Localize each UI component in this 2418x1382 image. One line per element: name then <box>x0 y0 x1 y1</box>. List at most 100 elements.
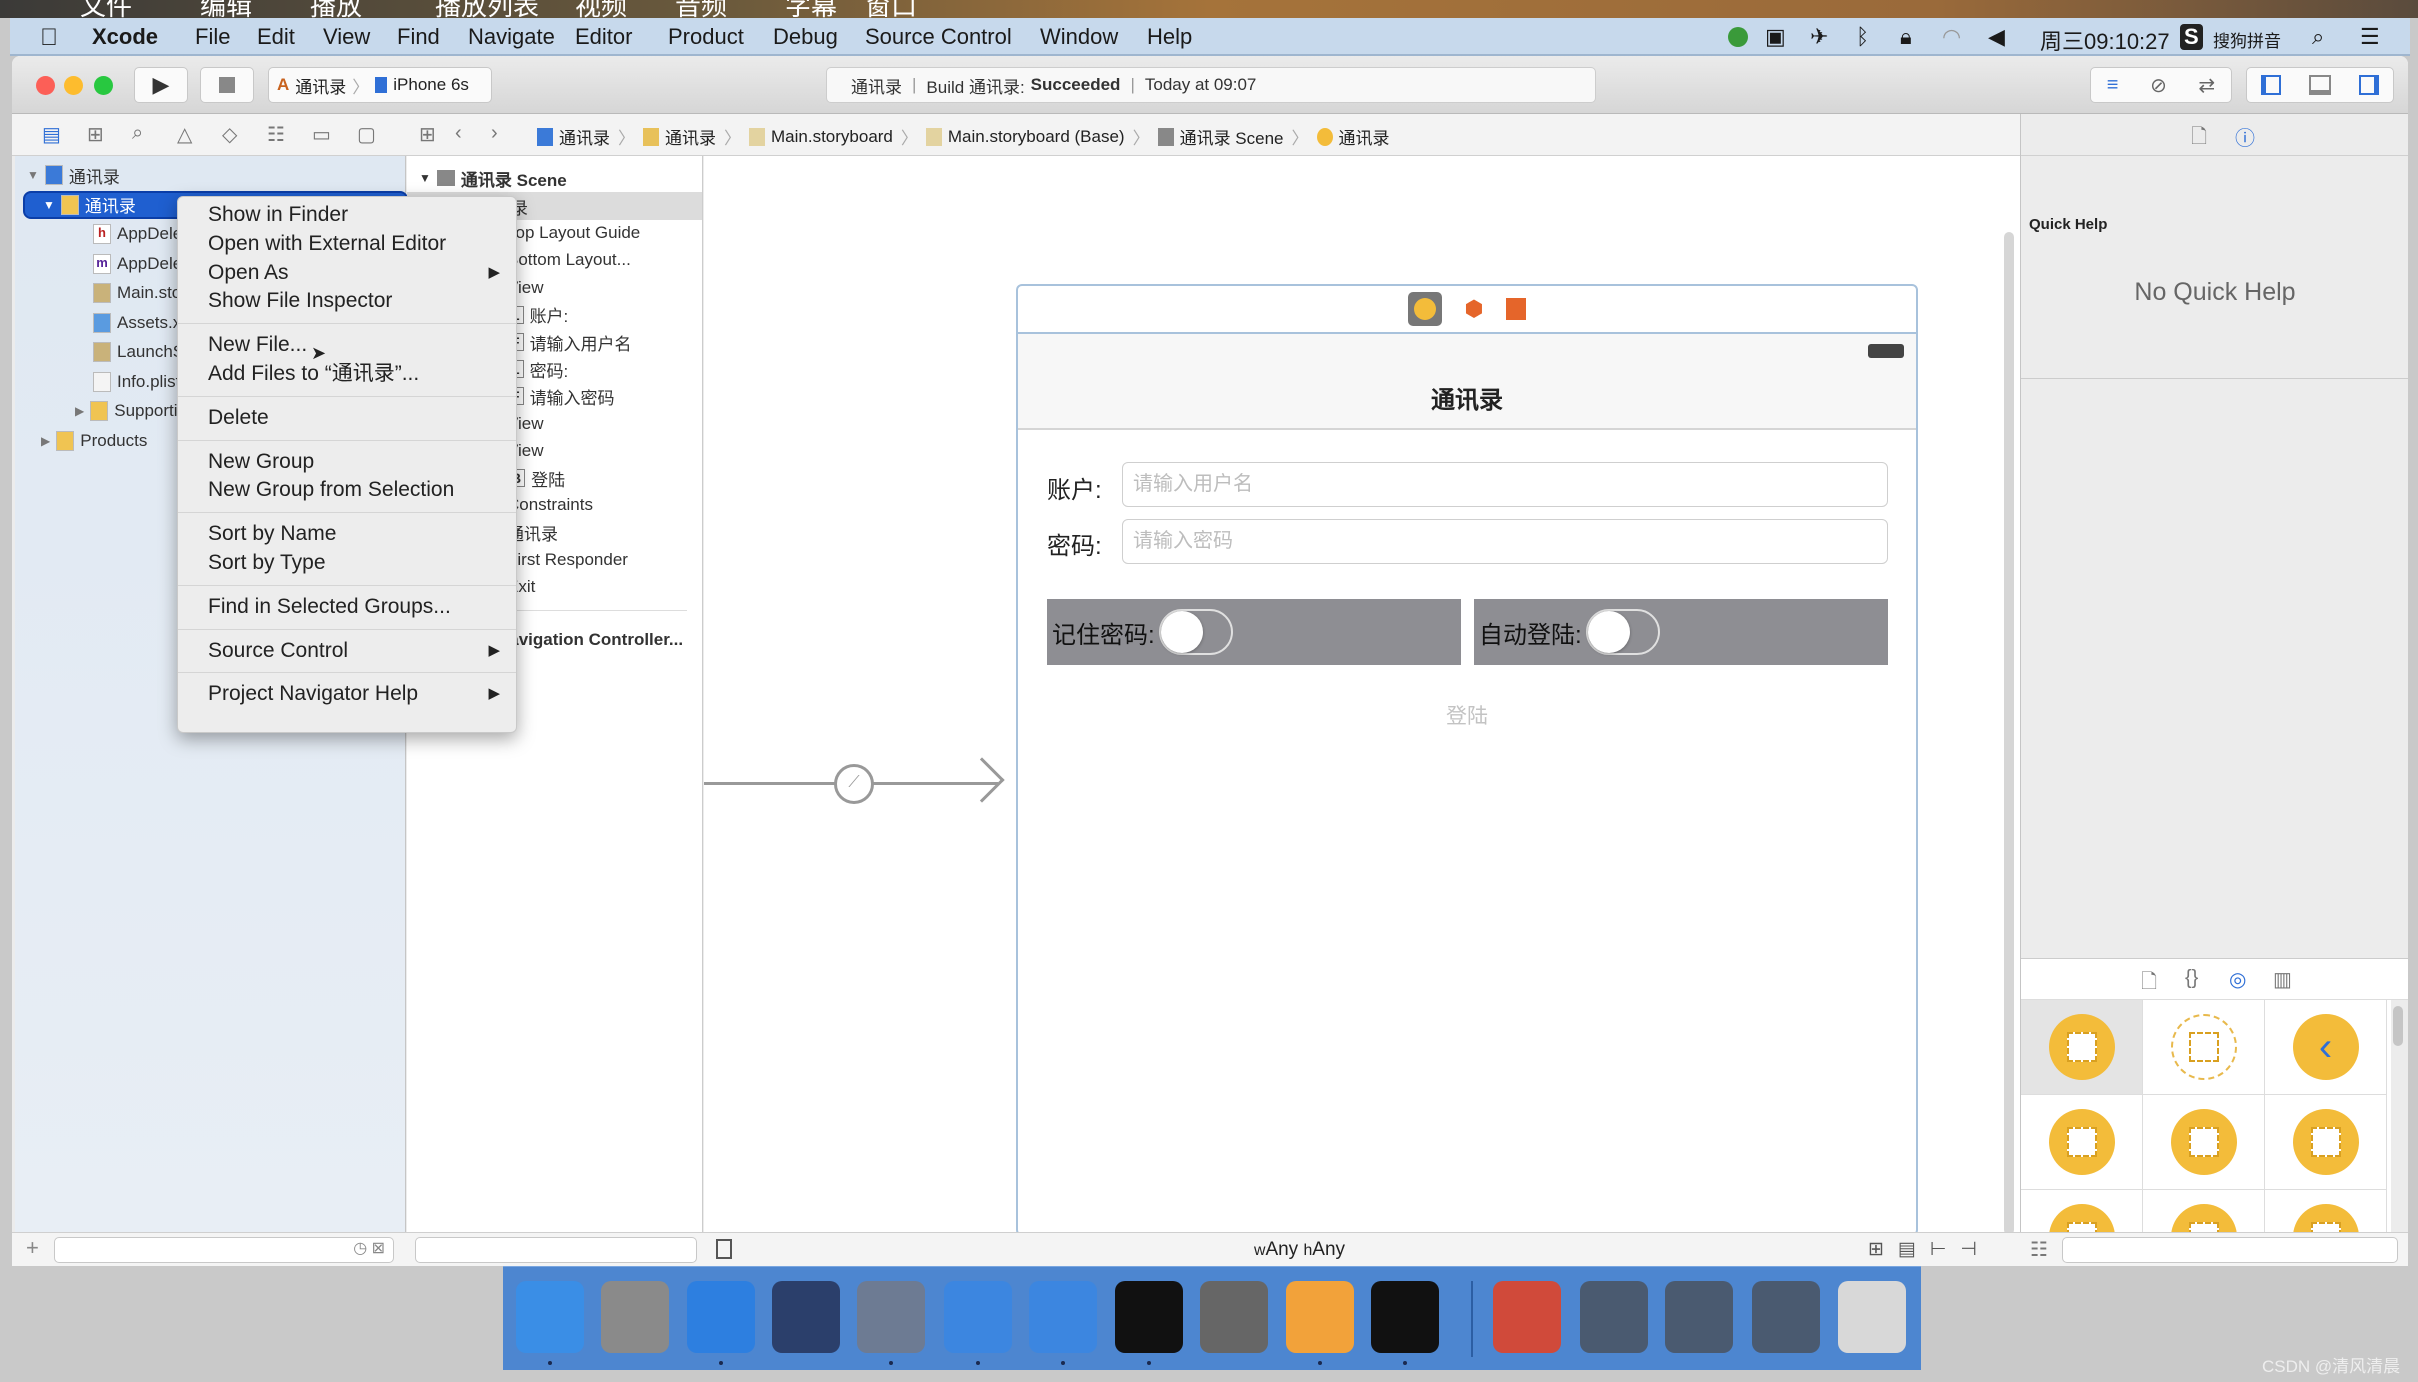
context-menu-item[interactable]: New Group <box>178 448 516 477</box>
quick-help-icon[interactable]: ⓘ <box>2235 122 2255 151</box>
vertical-scrollbar[interactable] <box>2004 232 2014 1235</box>
disclosure-open-icon[interactable]: ▼ <box>27 168 39 182</box>
breadcrumb-item[interactable]: Main.storyboard <box>749 127 893 147</box>
os-menu-item[interactable]: 窗口 <box>865 0 917 18</box>
apple-icon[interactable]:  <box>40 24 58 52</box>
notification-center-icon[interactable]: ☰ <box>2360 24 2380 50</box>
login-button[interactable]: 登陆 <box>1018 700 1916 730</box>
context-menu-item[interactable]: Show in Finder <box>178 201 516 230</box>
breadcrumb-item[interactable]: Main.storyboard (Base) <box>925 127 1125 147</box>
menu-editor[interactable]: Editor <box>575 24 632 50</box>
dock-screen-1-icon[interactable] <box>1580 1281 1648 1353</box>
project-navigator-icon[interactable]: ▤ <box>42 122 61 147</box>
view-controller-scene[interactable]: ⬢ 通讯录 账户: 请输入用户名 密码: 请输入密码 记住密码: 自动登陆: 登… <box>1016 284 1918 1236</box>
os-menu-item[interactable]: 文件 <box>80 0 132 18</box>
dock-screen-2-icon[interactable] <box>1665 1281 1733 1353</box>
collection-view-controller-icon[interactable] <box>2143 1095 2265 1190</box>
back-icon[interactable]: ‹ <box>455 122 462 145</box>
context-menu-item[interactable]: Source Control ▶ <box>178 637 516 666</box>
status-green-icon[interactable] <box>1728 27 1748 47</box>
assistant-editor-icon[interactable]: ⊘ <box>2150 73 2167 98</box>
close-button[interactable] <box>36 76 55 95</box>
scene-header[interactable]: ▼ 通讯录 Scene <box>419 164 567 192</box>
sogou-icon[interactable]: S <box>2180 24 2203 50</box>
library-filter-input[interactable] <box>2062 1237 2398 1263</box>
dock-simulator-icon[interactable] <box>1029 1281 1097 1353</box>
context-menu-item[interactable]: Open with External Editor <box>178 230 516 259</box>
dock-launchpad-icon[interactable] <box>601 1281 669 1353</box>
navigator-filter-input[interactable]: ◷ ⊠ <box>54 1237 394 1263</box>
os-menu-item[interactable]: 播放 <box>310 0 362 18</box>
version-editor-icon[interactable]: ⇄ <box>2198 73 2215 98</box>
dock-xcode-icon[interactable] <box>944 1281 1012 1353</box>
breadcrumb-item[interactable]: 通讯录 <box>643 124 716 149</box>
scheme-selector[interactable]: A 通讯录 〉 iPhone 6s <box>268 67 492 103</box>
view-controller-icon[interactable] <box>2021 1000 2143 1095</box>
os-menu-item[interactable]: 播放列表 <box>435 0 539 18</box>
dock-screen-3-icon[interactable] <box>1752 1281 1820 1353</box>
dock-terminal-icon[interactable] <box>1115 1281 1183 1353</box>
breadcrumb-item[interactable]: 通讯录 Scene <box>1157 124 1284 149</box>
find-navigator-icon[interactable]: ⌕ <box>132 122 143 145</box>
dock-trash-icon[interactable] <box>1838 1281 1906 1353</box>
dock-photo-booth-icon[interactable] <box>857 1281 925 1353</box>
clock[interactable]: 周三09:10:27 <box>2040 24 2170 56</box>
lock-icon[interactable]: 🔒︎ <box>1900 24 1912 50</box>
zoom-button[interactable] <box>94 76 113 95</box>
menu-product[interactable]: Product <box>668 24 744 50</box>
minimize-button[interactable] <box>64 76 83 95</box>
auto-layout-icons[interactable]: ⊞▤⊢⊣ <box>1868 1238 1991 1261</box>
standard-editor-icon[interactable]: ≡ <box>2107 74 2119 97</box>
run-button[interactable]: ▶ <box>134 67 188 103</box>
bluetooth-icon[interactable]: ᛒ <box>1856 24 1869 50</box>
spotlight-icon[interactable]: ⌕ <box>2312 24 2324 50</box>
dock-system-preferences-icon[interactable] <box>1200 1281 1268 1353</box>
issue-navigator-icon[interactable]: △ <box>177 122 192 147</box>
view-controller-icon[interactable] <box>1408 292 1443 326</box>
exit-icon[interactable] <box>1505 298 1526 320</box>
menu-debug[interactable]: Debug <box>773 24 838 50</box>
menu-window[interactable]: Window <box>1040 24 1118 50</box>
stop-button[interactable] <box>200 67 254 103</box>
context-menu-item[interactable]: Sort by Name <box>178 520 516 549</box>
report-navigator-icon[interactable]: ▢ <box>357 122 376 147</box>
dock-quicktime-icon[interactable] <box>1493 1281 1561 1353</box>
menu-navigate[interactable]: Navigate <box>468 24 555 50</box>
menu-source-control[interactable]: Source Control <box>865 24 1012 50</box>
context-menu-item[interactable]: Add Files to “通讯录”... <box>178 360 516 389</box>
menu-edit[interactable]: Edit <box>257 24 295 50</box>
menu-view[interactable]: View <box>323 24 370 50</box>
account-input[interactable]: 请输入用户名 <box>1122 462 1888 507</box>
os-menu-item[interactable]: 字幕 <box>785 0 837 18</box>
tab-bar-controller-icon[interactable] <box>2265 1095 2387 1190</box>
context-menu-item[interactable]: Open As ▶ <box>178 259 516 288</box>
dock-safari-icon[interactable] <box>687 1281 755 1353</box>
toggle-navigator-icon[interactable] <box>2261 75 2281 95</box>
outline-filter-input[interactable] <box>415 1237 697 1263</box>
toggle-utilities-icon[interactable] <box>2359 75 2379 95</box>
context-menu-item[interactable]: Sort by Type <box>178 549 516 578</box>
context-menu-item[interactable]: New Group from Selection <box>178 476 516 505</box>
auto-login-switch[interactable] <box>1585 609 1660 655</box>
forward-icon[interactable]: › <box>491 122 498 145</box>
navigator-item[interactable]: ▼ 通讯录 <box>15 161 405 189</box>
context-menu-item[interactable]: Project Navigator Help ▶ <box>178 680 516 709</box>
os-menu-item[interactable]: 视频 <box>575 0 627 18</box>
menu-file[interactable]: File <box>195 24 230 50</box>
test-navigator-icon[interactable]: ◇ <box>222 122 237 147</box>
volume-icon[interactable]: ◀ <box>1988 24 2005 50</box>
breadcrumb-item[interactable]: 通讯录 <box>1316 124 1390 149</box>
camera-icon[interactable]: ▣ <box>1765 24 1786 50</box>
disclosure-closed-icon[interactable]: ▶ <box>75 404 84 418</box>
dock-mouse-icon[interactable] <box>772 1281 840 1353</box>
wifi-icon[interactable]: ◠ <box>1942 24 1961 50</box>
file-inspector-icon[interactable]: 🗋︎ <box>2191 122 2207 156</box>
table-view-controller-icon[interactable] <box>2021 1095 2143 1190</box>
dock-sketch-icon[interactable] <box>1286 1281 1354 1353</box>
outline-next-scene[interactable]: Navigation Controller... <box>497 626 683 654</box>
airplane-icon[interactable]: ✈ <box>1810 24 1828 50</box>
dock-finder-icon[interactable] <box>516 1281 584 1353</box>
disclosure-open-icon[interactable]: ▼ <box>43 198 55 212</box>
context-menu-item[interactable]: Delete <box>178 404 516 433</box>
symbol-navigator-icon[interactable]: ⊞ <box>87 122 104 147</box>
